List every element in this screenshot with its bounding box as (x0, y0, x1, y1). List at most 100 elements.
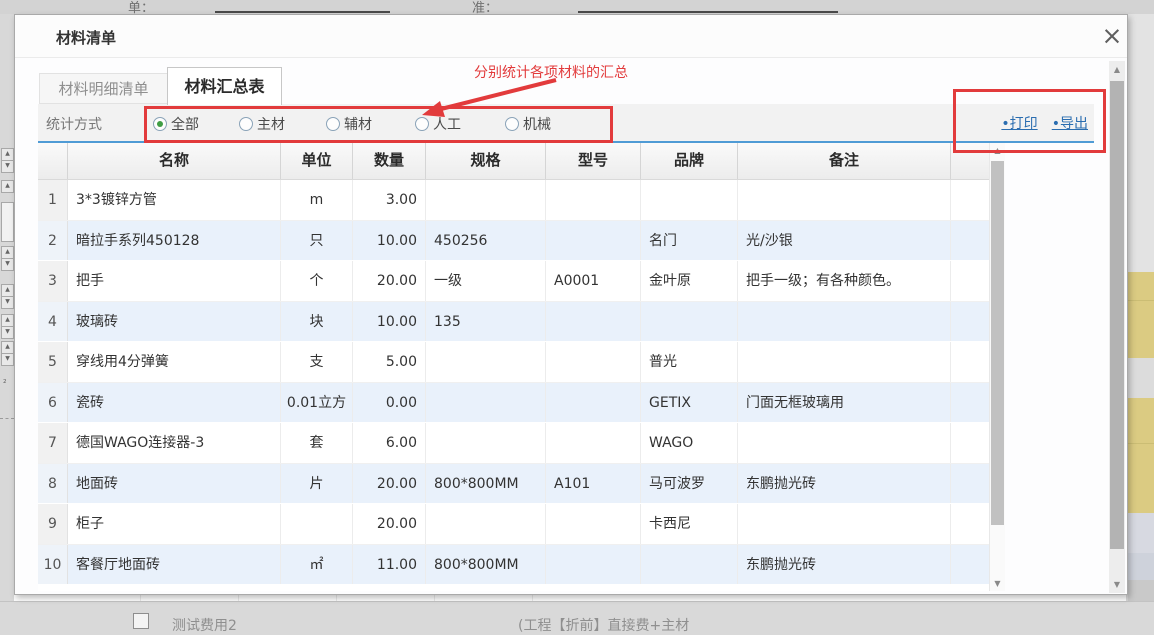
background-cell (1128, 553, 1154, 580)
cell-spec (426, 504, 546, 544)
radio-unselected-icon[interactable] (505, 117, 519, 131)
cell-note: 光/沙银 (738, 221, 951, 261)
cell-name: 玻璃砖 (68, 302, 281, 342)
cell-qty: 5.00 (353, 342, 426, 382)
radio-label: 全部 (171, 114, 199, 134)
column-header-filler (951, 143, 989, 179)
column-header-model: 型号 (546, 143, 641, 179)
table-scrollbar[interactable]: ▲ ▼ (989, 143, 1005, 591)
cell-num: 1 (38, 180, 68, 220)
cell-note: 东鹏抛光砖 (738, 464, 951, 504)
table-row[interactable]: 5穿线用4分弹簧支5.00普光 (38, 342, 989, 383)
table-row[interactable]: 10客餐厅地面砖㎡11.00800*800MM东鹏抛光砖 (38, 545, 989, 586)
scroll-up-icon[interactable]: ▲ (990, 146, 1005, 155)
annotation-arrow-icon (406, 58, 586, 118)
cell-brand: WAGO (641, 423, 738, 463)
cell-num: 4 (38, 302, 68, 342)
toolbar-links: •打印 •导出 (992, 113, 1088, 133)
table-row[interactable]: 6瓷砖0.01立方0.00GETIX门面无框玻璃用 (38, 383, 989, 424)
checkbox[interactable] (133, 613, 149, 629)
column-header-num (38, 143, 68, 179)
export-link[interactable]: •导出 (1052, 116, 1088, 132)
column-header-qty: 数量 (353, 143, 426, 179)
cell-num: 10 (38, 545, 68, 585)
cell-model (546, 221, 641, 261)
close-icon[interactable]: × (1097, 21, 1127, 51)
radio-unselected-icon[interactable] (415, 117, 429, 131)
spinner-down-icon[interactable]: ▼ (1, 326, 14, 339)
cell-qty: 20.00 (353, 464, 426, 504)
scroll-down-icon[interactable]: ▼ (990, 579, 1005, 588)
cell-spec (426, 180, 546, 220)
cell-qty: 10.00 (353, 221, 426, 261)
cell-name: 3*3镀锌方管 (68, 180, 281, 220)
radio-unselected-icon[interactable] (239, 117, 253, 131)
dashed-divider (0, 418, 14, 419)
cell-note (738, 423, 951, 463)
cell-spec (426, 383, 546, 423)
cell-model (546, 383, 641, 423)
background-right-strip (1128, 14, 1154, 601)
scroll-down-icon[interactable]: ▼ (1109, 580, 1125, 589)
cell-num: 8 (38, 464, 68, 504)
highlighted-cell (1128, 300, 1154, 358)
scrollbar-thumb[interactable] (1110, 81, 1124, 549)
cell-brand: 卡西尼 (641, 504, 738, 544)
cell-unit: 块 (281, 302, 353, 342)
spinner-down-icon[interactable]: ▼ (1, 258, 14, 271)
cell-unit: 0.01立方 (281, 383, 353, 423)
cell-note: 把手一级；有各种颜色。 (738, 261, 951, 301)
screen: 单： 准： ▲ ▼ ▲ ▲ ▼ ▲ ▼ ▲ ▼ ▲ ▼ ² (0, 0, 1154, 635)
radio-selected-icon[interactable] (153, 117, 167, 131)
cell-unit (281, 504, 353, 544)
radio-option[interactable]: 辅材 (326, 113, 372, 131)
scroll-up-icon[interactable]: ▲ (1109, 65, 1125, 74)
cell-unit: ㎡ (281, 545, 353, 585)
cell-spec: 135 (426, 302, 546, 342)
cell-qty: 3.00 (353, 180, 426, 220)
cell-unit: 个 (281, 261, 353, 301)
cell-brand (641, 545, 738, 585)
cell-brand: 普光 (641, 342, 738, 382)
column-header-brand: 品牌 (641, 143, 738, 179)
table-row[interactable]: 3把手个20.00一级A0001金叶原把手一级；有各种颜色。 (38, 261, 989, 302)
cell-model (546, 342, 641, 382)
table-row[interactable]: 8地面砖片20.00800*800MMA101马可波罗东鹏抛光砖 (38, 464, 989, 505)
spinner-down-icon[interactable]: ▼ (1, 160, 14, 173)
table-row[interactable]: 13*3镀锌方管m3.00 (38, 180, 989, 221)
tab-material-detail-list[interactable]: 材料明细清单 (39, 73, 168, 104)
scrollbar-thumb[interactable] (991, 161, 1004, 525)
spinner-down-icon[interactable]: ▼ (1, 353, 14, 366)
print-link[interactable]: •打印 (1001, 116, 1037, 132)
cell-num: 5 (38, 342, 68, 382)
table-row[interactable]: 9柜子20.00卡西尼 (38, 504, 989, 545)
cell-note (738, 342, 951, 382)
cell-unit: 片 (281, 464, 353, 504)
cell-model (546, 302, 641, 342)
spinner-up-icon[interactable]: ▲ (1, 180, 14, 193)
highlighted-cell (1128, 398, 1154, 443)
spinner-down-icon[interactable]: ▼ (1, 296, 14, 309)
cell-filler (951, 221, 989, 261)
cell-num: 7 (38, 423, 68, 463)
cell-filler (951, 504, 989, 544)
table-row[interactable]: 4玻璃砖块10.00135 (38, 302, 989, 343)
field-label-dan: 单： (128, 0, 154, 14)
radio-label: 主材 (257, 114, 285, 134)
table-row[interactable]: 7德国WAGO连接器-3套6.00WAGO (38, 423, 989, 464)
tab-material-summary[interactable]: 材料汇总表 (167, 67, 282, 105)
background-bottom-bar: 测试费用2 (工程【折前】直接费+主材 (0, 601, 1154, 635)
radio-label: 辅材 (344, 114, 372, 134)
dialog-scrollbar[interactable]: ▲ ▼ (1109, 61, 1125, 593)
field-underline (215, 11, 390, 13)
radio-option[interactable]: 主材 (239, 113, 285, 131)
table-row[interactable]: 2暗拉手系列450128只10.00450256名门光/沙银 (38, 221, 989, 262)
material-summary-table: 名称单位数量规格型号品牌备注 13*3镀锌方管m3.002暗拉手系列450128… (38, 143, 989, 591)
cell-filler (951, 261, 989, 301)
cell-unit: 只 (281, 221, 353, 261)
radio-unselected-icon[interactable] (326, 117, 340, 131)
cell-qty: 6.00 (353, 423, 426, 463)
cell-qty: 20.00 (353, 261, 426, 301)
radio-option[interactable]: 全部 (153, 113, 199, 131)
material-list-dialog: 材料清单 × 材料明细清单 材料汇总表 统计方式 全部主材辅材人工机械 •打印 … (14, 14, 1128, 595)
